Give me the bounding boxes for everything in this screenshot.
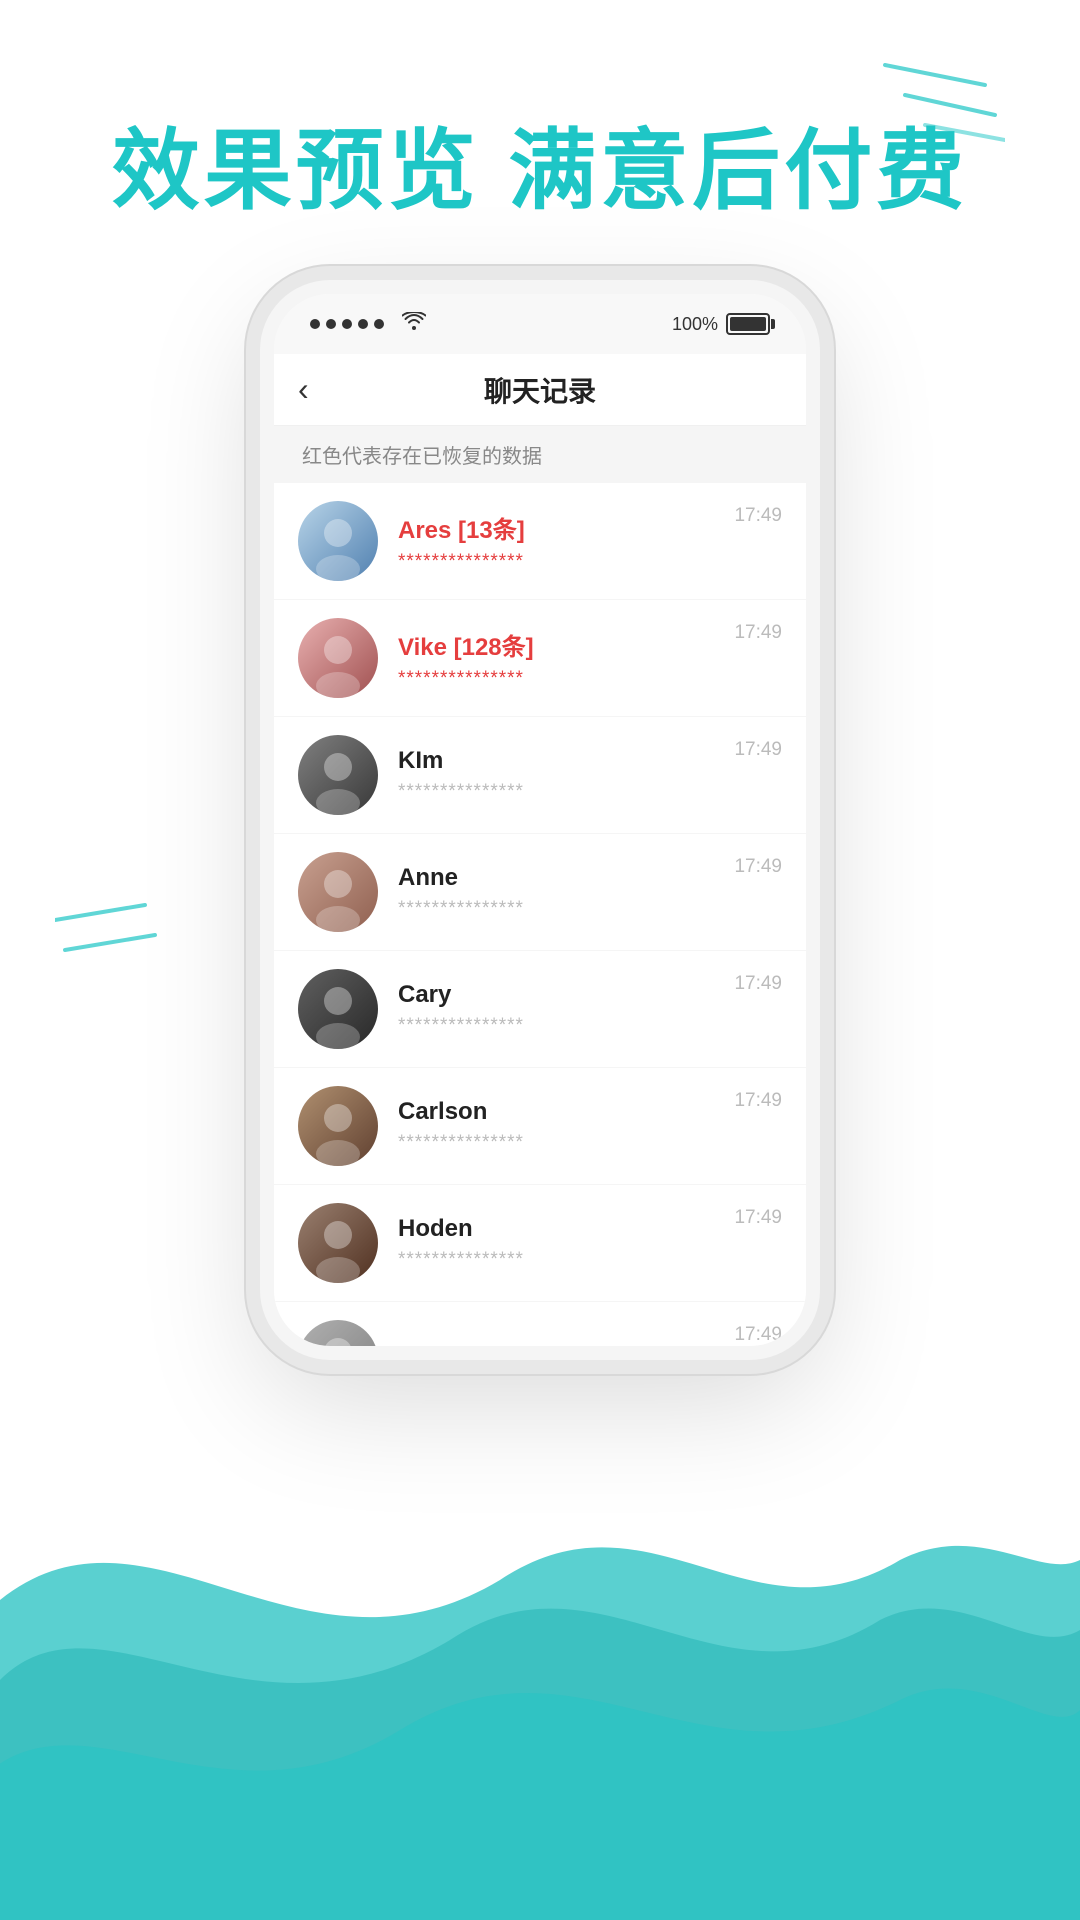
phone-mockup: 100% ‹ 聊天记录 红色代表存在已恢复的数据 Ares [13条] *****… bbox=[260, 280, 820, 1360]
contact-item-unknown[interactable]: 17:49 bbox=[274, 1302, 806, 1346]
battery-percent: 100% bbox=[672, 314, 718, 335]
info-banner: 红色代表存在已恢复的数据 bbox=[274, 426, 806, 483]
contact-item-klm[interactable]: KIm *************** 17:49 bbox=[274, 717, 806, 834]
contact-name-carlson: Carlson bbox=[398, 1098, 782, 1126]
phone-notch bbox=[470, 294, 610, 322]
contact-time-hoden: 17:49 bbox=[734, 1207, 782, 1229]
contact-preview-vike: *************** bbox=[398, 668, 782, 690]
contact-preview-carlson: *************** bbox=[398, 1132, 782, 1154]
contact-name-klm: KIm bbox=[398, 747, 782, 775]
contact-preview-hoden: *************** bbox=[398, 1249, 782, 1271]
signal-dot-1 bbox=[310, 319, 320, 329]
signal-dot-2 bbox=[326, 319, 336, 329]
contact-time-carlson: 17:49 bbox=[734, 1090, 782, 1112]
avatar-anne bbox=[298, 852, 378, 932]
avatar-unknown bbox=[298, 1320, 378, 1346]
avatar-cary bbox=[298, 969, 378, 1049]
avatar-vike bbox=[298, 618, 378, 698]
nav-title: 聊天记录 bbox=[484, 370, 596, 410]
back-button[interactable]: ‹ bbox=[298, 371, 309, 408]
contact-item-vike[interactable]: Vike [128条] *************** 17:49 bbox=[274, 600, 806, 717]
contact-item-ares[interactable]: Ares [13条] *************** 17:49 bbox=[274, 483, 806, 600]
contact-time-cary: 17:49 bbox=[734, 973, 782, 995]
contact-name-cary: Cary bbox=[398, 981, 782, 1009]
contact-item-carlson[interactable]: Carlson *************** 17:49 bbox=[274, 1068, 806, 1185]
contact-time-anne: 17:49 bbox=[734, 856, 782, 878]
bottom-wave bbox=[0, 1300, 1080, 1920]
contact-name-ares: Ares [13条] bbox=[398, 510, 782, 545]
contact-time-klm: 17:49 bbox=[734, 739, 782, 761]
contact-preview-anne: *************** bbox=[398, 898, 782, 920]
contact-preview-ares: *************** bbox=[398, 551, 782, 573]
contact-time-vike: 17:49 bbox=[734, 622, 782, 644]
signal-dot-4 bbox=[358, 319, 368, 329]
info-text: 红色代表存在已恢复的数据 bbox=[302, 446, 542, 468]
avatar-klm bbox=[298, 735, 378, 815]
contact-info-vike: Vike [128条] *************** bbox=[398, 627, 782, 690]
contact-name-anne: Anne bbox=[398, 864, 782, 892]
avatar-ares bbox=[298, 501, 378, 581]
contact-item-cary[interactable]: Cary *************** 17:49 bbox=[274, 951, 806, 1068]
battery-bar bbox=[726, 313, 770, 335]
contact-info-cary: Cary *************** bbox=[398, 981, 782, 1037]
avatar-carlson bbox=[298, 1086, 378, 1166]
contact-info-hoden: Hoden *************** bbox=[398, 1215, 782, 1271]
contact-info-ares: Ares [13条] *************** bbox=[398, 510, 782, 573]
nav-bar: ‹ 聊天记录 bbox=[274, 354, 806, 426]
wifi-icon bbox=[402, 312, 426, 336]
contact-item-hoden[interactable]: Hoden *************** 17:49 bbox=[274, 1185, 806, 1302]
contact-info-carlson: Carlson *************** bbox=[398, 1098, 782, 1154]
battery-fill bbox=[730, 317, 766, 331]
page-title: 效果预览 满意后付费 bbox=[0, 100, 1080, 227]
signal-dot-5 bbox=[374, 319, 384, 329]
contact-time-ares: 17:49 bbox=[734, 505, 782, 527]
decorative-lines-left bbox=[55, 900, 165, 995]
contact-name-vike: Vike [128条] bbox=[398, 627, 782, 662]
signal-dots bbox=[310, 319, 384, 329]
contact-list: Ares [13条] *************** 17:49 Vike [128… bbox=[274, 483, 806, 1346]
contact-time-unknown: 17:49 bbox=[734, 1324, 782, 1346]
signal-dot-3 bbox=[342, 319, 352, 329]
contact-info-anne: Anne *************** bbox=[398, 864, 782, 920]
contact-item-anne[interactable]: Anne *************** 17:49 bbox=[274, 834, 806, 951]
contact-name-hoden: Hoden bbox=[398, 1215, 782, 1243]
contact-preview-klm: *************** bbox=[398, 781, 782, 803]
battery-area: 100% bbox=[672, 313, 770, 335]
phone-screen: 100% ‹ 聊天记录 红色代表存在已恢复的数据 Ares [13条] *****… bbox=[274, 294, 806, 1346]
contact-info-klm: KIm *************** bbox=[398, 747, 782, 803]
contact-preview-cary: *************** bbox=[398, 1015, 782, 1037]
avatar-hoden bbox=[298, 1203, 378, 1283]
